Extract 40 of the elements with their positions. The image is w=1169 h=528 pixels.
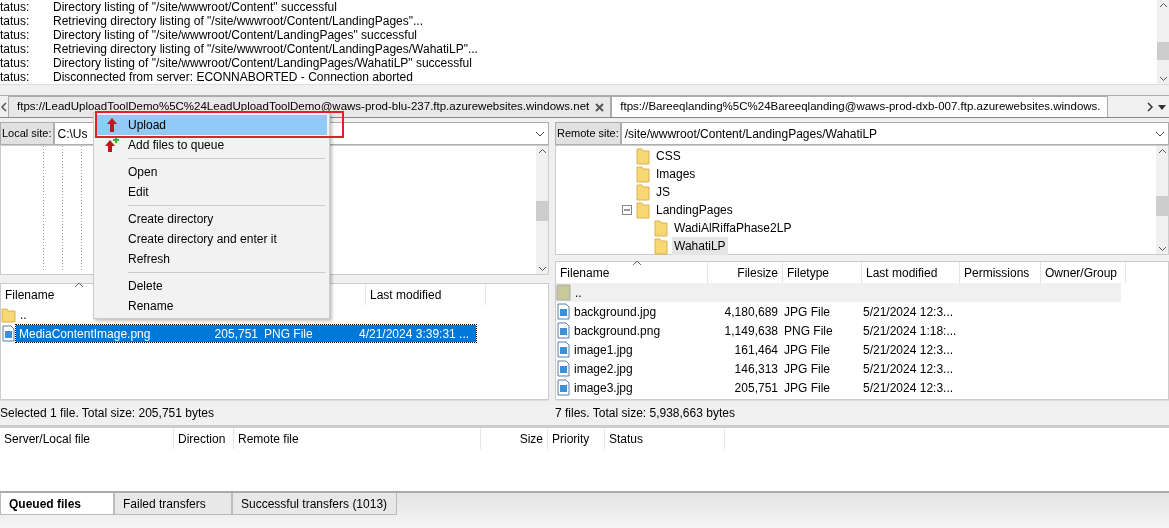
status-text: 7 files. Total size: 5,938,663 bytes bbox=[555, 405, 735, 422]
log-message: Disconnected from server: ECONNABORTED - Connection aborted bbox=[53, 70, 413, 84]
file-name: background.jpg bbox=[573, 303, 658, 321]
file-size: 205,751 bbox=[213, 325, 259, 343]
file-modified: 4/21/2024 3:39:31 ... bbox=[358, 325, 471, 343]
log-message: Directory listing of "/site/wwwroot/Content/LandingPages/WahatiLP" successful bbox=[53, 56, 472, 70]
log-message: Retrieving directory listing of "/site/wwwroot/Content/LandingPages/WahatiLP"... bbox=[53, 42, 478, 56]
file-type: PNG File bbox=[783, 322, 834, 340]
file-modified: 5/21/2024 1:18:... bbox=[862, 322, 958, 340]
file-modified: 5/21/2024 12:3... bbox=[862, 360, 955, 378]
file-name: image2.jpg bbox=[573, 360, 634, 378]
file-modified: 5/21/2024 12:3... bbox=[862, 341, 955, 359]
log-label: tatus: bbox=[0, 70, 31, 84]
file-name: image1.jpg bbox=[573, 341, 634, 359]
log-label: tatus: bbox=[0, 14, 31, 28]
status-text: Selected 1 file. Total size: 205,751 bytes bbox=[0, 405, 214, 422]
file-type: JPG File bbox=[783, 303, 831, 321]
file-name: background.png bbox=[573, 322, 662, 340]
file-size: 4,180,689 bbox=[723, 303, 779, 321]
file-modified: 5/21/2024 12:3... bbox=[862, 379, 955, 397]
log-message: Retrieving directory listing of "/site/wwwroot/Content/LandingPages"... bbox=[53, 14, 424, 28]
file-type: PNG File bbox=[263, 325, 314, 343]
log-message: Directory listing of "/site/wwwroot/Content/LandingPages" successful bbox=[53, 28, 418, 42]
file-size: 1,149,638 bbox=[723, 322, 779, 340]
file-size: 161,464 bbox=[733, 341, 779, 359]
log-label: tatus: bbox=[0, 0, 31, 14]
file-size: 146,313 bbox=[733, 360, 779, 378]
file-type: JPG File bbox=[783, 341, 831, 359]
log-label: tatus: bbox=[0, 56, 31, 70]
file-name: image3.jpg bbox=[573, 379, 634, 397]
file-type: JPG File bbox=[783, 379, 831, 397]
site-label: Remote site: bbox=[555, 122, 621, 145]
site-label: Local site: bbox=[0, 122, 54, 145]
file-size: 205,751 bbox=[733, 379, 779, 397]
log-message: Directory listing of "/site/wwwroot/Content" successful bbox=[53, 0, 337, 14]
log-label: tatus: bbox=[0, 42, 31, 56]
file-modified: 5/21/2024 12:3... bbox=[862, 303, 955, 321]
file-type: JPG File bbox=[783, 360, 831, 378]
log-label: tatus: bbox=[0, 28, 31, 42]
file-name: MediaContentImage.png bbox=[18, 325, 152, 343]
